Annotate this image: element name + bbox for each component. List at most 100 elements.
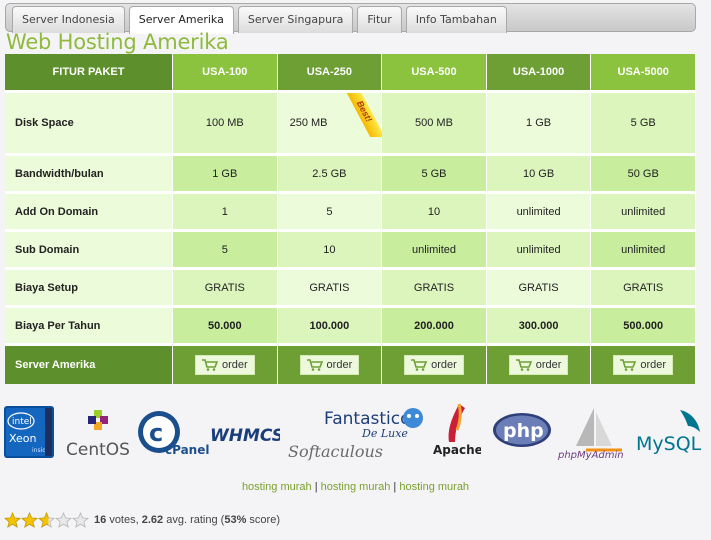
fantastico-text: Fantastico: [324, 409, 411, 429]
tab-bar: Server Indonesia Server Amerika Server S…: [5, 3, 696, 34]
whmcs-logo: WHMCS: [210, 426, 280, 446]
cpanel-text: cPanel: [165, 443, 209, 457]
table-cell: GRATIS: [173, 270, 278, 308]
table-cell: 500 MB: [382, 93, 487, 156]
order-button[interactable]: order: [404, 355, 464, 375]
star-icon[interactable]: [55, 512, 72, 528]
star-icon[interactable]: [38, 512, 55, 528]
header-package: USA-250: [277, 54, 383, 93]
order-cell: order: [173, 346, 278, 384]
tab-server-indonesia[interactable]: Server Indonesia: [12, 6, 125, 33]
table-cell: 300.000: [486, 308, 592, 346]
order-button[interactable]: order: [613, 355, 674, 375]
rating-widget: 16 votes, 2.62 avg. rating (53% score): [4, 512, 280, 528]
row-label: Add On Domain: [5, 194, 173, 232]
avg-label: avg. rating: [166, 514, 218, 526]
tab-server-singapura[interactable]: Server Singapura: [237, 6, 354, 33]
phpmyadmin-logo: phpMyAdmin: [557, 408, 624, 461]
table-cell: 5: [277, 194, 383, 232]
table-header-row: FITUR PAKET USA-100 USA-250 USA-500 USA-…: [5, 54, 696, 93]
whmcs-text: WHMCS: [210, 426, 280, 446]
table-cell: 100.000: [277, 308, 383, 346]
order-button[interactable]: order: [299, 355, 360, 375]
star-icon[interactable]: [72, 512, 89, 528]
intel-text: intel: [12, 417, 32, 427]
star-icon[interactable]: [4, 512, 21, 528]
header-package: USA-5000: [591, 54, 696, 93]
xeon-text: Xeon: [9, 432, 37, 445]
best-badge-label: Best!: [343, 93, 383, 137]
footer-label: Server Amerika: [5, 346, 173, 384]
row-label: Biaya Setup: [5, 270, 173, 308]
rating-summary: 16 votes, 2.62 avg. rating (53% score): [94, 514, 280, 526]
table-cell: unlimited: [486, 232, 592, 270]
table-cell: GRATIS: [486, 270, 592, 308]
table-cell: 50.000: [173, 308, 278, 346]
order-label: order: [535, 359, 562, 371]
row-label: Disk Space: [5, 93, 173, 156]
table-cell: GRATIS: [382, 270, 487, 308]
rating-stars[interactable]: [4, 512, 89, 528]
centos-text: CentOS: [66, 440, 130, 460]
technology-logos: intel Xeon inside CentOS c cPanel WHMCS …: [0, 398, 711, 468]
order-cell: order: [277, 346, 383, 384]
table-cell: 500.000: [591, 308, 696, 346]
best-badge: Best!: [338, 93, 383, 137]
table-cell: 5: [173, 232, 278, 270]
table-cell-value: 250 MB: [289, 117, 328, 129]
footer-links: hosting murah | hosting murah | hosting …: [0, 481, 711, 493]
php-logo: php: [493, 413, 551, 447]
order-button[interactable]: order: [508, 355, 569, 375]
table-cell: unlimited: [486, 194, 592, 232]
table-cell: unlimited: [591, 194, 696, 232]
link-separator: |: [314, 481, 318, 493]
header-package: USA-500: [382, 54, 487, 93]
order-button[interactable]: order: [194, 355, 255, 375]
table-row: Sub Domain 5 10 unlimited unlimited unli…: [5, 232, 696, 270]
cart-icon: [201, 359, 218, 371]
table-cell: 200.000: [382, 308, 487, 346]
table-row: Disk Space 100 MB 250 MB Best! 500 MB 1 …: [5, 93, 696, 156]
table-row: Bandwidth/bulan 1 GB 2.5 GB 5 GB 10 GB 5…: [5, 156, 696, 194]
table-cell: 2.5 GB: [277, 156, 383, 194]
intel-xeon-logo: intel Xeon inside: [4, 406, 54, 458]
votes-label: votes,: [109, 514, 139, 526]
table-footer-row: Server Amerika order order order order o…: [5, 346, 696, 384]
table-row: Add On Domain 1 5 10 unlimited unlimited: [5, 194, 696, 232]
cart-icon: [515, 359, 532, 371]
order-cell: order: [382, 346, 487, 384]
table-cell: 5 GB: [382, 156, 487, 194]
cart-icon: [411, 359, 428, 371]
table-cell: 10: [382, 194, 487, 232]
cart-icon: [620, 359, 637, 371]
avg-rating: 2.62: [141, 514, 164, 526]
table-cell: unlimited: [382, 232, 487, 270]
table-row: Biaya Setup GRATIS GRATIS GRATIS GRATIS …: [5, 270, 696, 308]
header-package: USA-100: [173, 54, 278, 93]
header-feature: FITUR PAKET: [5, 54, 173, 93]
apache-logo: Apache: [433, 403, 481, 457]
votes-count: 16: [94, 514, 107, 526]
tab-fitur[interactable]: Fitur: [357, 6, 402, 33]
header-package: USA-1000: [486, 54, 592, 93]
phpmyadmin-text: phpMyAdmin: [557, 450, 624, 461]
table-cell: 50 GB: [591, 156, 696, 194]
link-hosting-murah[interactable]: hosting murah: [321, 481, 391, 493]
table-cell: GRATIS: [277, 270, 383, 308]
table-cell: unlimited: [591, 232, 696, 270]
centos-logo: CentOS: [66, 410, 130, 460]
table-cell: 1 GB: [173, 156, 278, 194]
table-cell: 10 GB: [486, 156, 592, 194]
link-hosting-murah[interactable]: hosting murah: [399, 481, 469, 493]
table-row: Biaya Per Tahun 50.000 100.000 200.000 3…: [5, 308, 696, 346]
softaculous-text: Softaculous: [288, 442, 383, 461]
star-icon[interactable]: [21, 512, 38, 528]
cpanel-logo: c cPanel: [138, 411, 209, 457]
tab-info-tambahan[interactable]: Info Tambahan: [405, 6, 507, 33]
page-title: Web Hosting Amerika: [6, 30, 229, 54]
table-cell: GRATIS: [591, 270, 696, 308]
order-label: order: [326, 359, 353, 371]
row-label: Bandwidth/bulan: [5, 156, 173, 194]
link-hosting-murah[interactable]: hosting murah: [242, 481, 312, 493]
order-cell: order: [486, 346, 592, 384]
